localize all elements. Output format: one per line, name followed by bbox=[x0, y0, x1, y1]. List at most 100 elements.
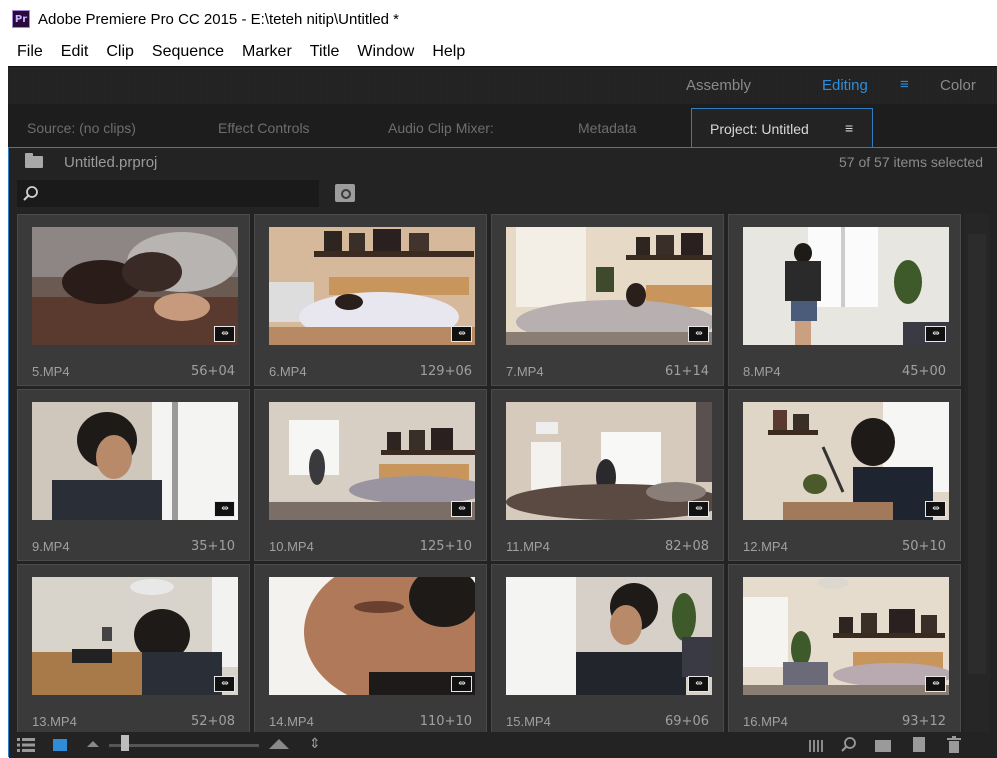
clip-thumbnail: ⇹ bbox=[506, 227, 712, 345]
clip-name: 7.MP4 bbox=[506, 364, 544, 379]
folder-icon bbox=[25, 153, 43, 168]
icon-view-icon[interactable] bbox=[53, 739, 67, 751]
title-bar: Pr Adobe Premiere Pro CC 2015 - E:\teteh… bbox=[0, 0, 997, 38]
clip-name: 6.MP4 bbox=[269, 364, 307, 379]
workspace-menu-icon[interactable]: ≡ bbox=[900, 76, 909, 93]
workspace-color[interactable]: Color bbox=[940, 77, 976, 94]
clip-name: 11.MP4 bbox=[506, 539, 550, 554]
clip-card[interactable]: ⇹ 7.MP4 61+14 bbox=[491, 214, 724, 386]
clip-card[interactable]: ⇹ 10.MP4 125+10 bbox=[254, 389, 487, 561]
clip-duration: 45+00 bbox=[902, 364, 946, 379]
menu-edit[interactable]: Edit bbox=[52, 43, 98, 61]
find-icon[interactable] bbox=[839, 735, 859, 755]
new-search-bin-icon[interactable] bbox=[335, 184, 355, 202]
clip-name: 10.MP4 bbox=[269, 539, 314, 554]
tab-project-label: Project: Untitled bbox=[710, 121, 809, 137]
clip-name: 12.MP4 bbox=[743, 539, 788, 554]
menu-marker[interactable]: Marker bbox=[233, 43, 301, 61]
panel-menu-icon[interactable]: ≡ bbox=[845, 120, 853, 136]
video-clip-badge-icon: ⇹ bbox=[925, 501, 946, 517]
video-clip-badge-icon: ⇹ bbox=[925, 676, 946, 692]
clip-thumbnail: ⇹ bbox=[506, 577, 712, 695]
clip-card[interactable]: ⇹ 14.MP4 110+10 bbox=[254, 564, 487, 732]
clip-duration: 61+14 bbox=[665, 364, 709, 379]
premiere-app-icon: Pr bbox=[12, 10, 30, 28]
clip-duration: 93+12 bbox=[902, 714, 946, 729]
search-input[interactable] bbox=[17, 180, 319, 207]
clip-card[interactable]: ⇹ 8.MP4 45+00 bbox=[728, 214, 961, 386]
window-title: Adobe Premiere Pro CC 2015 - E:\teteh ni… bbox=[38, 10, 400, 28]
new-bin-icon[interactable] bbox=[875, 740, 891, 752]
video-clip-badge-icon: ⇹ bbox=[214, 676, 235, 692]
menu-file[interactable]: File bbox=[8, 43, 52, 61]
clip-duration: 56+04 bbox=[191, 364, 235, 379]
menu-title[interactable]: Title bbox=[301, 43, 349, 61]
clip-thumbnail: ⇹ bbox=[269, 577, 475, 695]
sort-icons-icon[interactable]: ⇕ bbox=[309, 735, 321, 752]
clip-thumbnail: ⇹ bbox=[269, 402, 475, 520]
video-clip-badge-icon: ⇹ bbox=[688, 501, 709, 517]
tab-effect-controls[interactable]: Effect Controls bbox=[218, 120, 310, 136]
clip-card[interactable]: ⇹ 12.MP4 50+10 bbox=[728, 389, 961, 561]
list-view-icon[interactable] bbox=[17, 737, 35, 753]
clip-thumbnail: ⇹ bbox=[32, 577, 238, 695]
thumbnail-zoom-slider[interactable] bbox=[109, 744, 259, 747]
clip-name: 8.MP4 bbox=[743, 364, 781, 379]
menu-help[interactable]: Help bbox=[423, 43, 474, 61]
clip-duration: 125+10 bbox=[419, 539, 472, 554]
vertical-scrollbar[interactable] bbox=[964, 214, 990, 732]
workspace-editing[interactable]: Editing bbox=[822, 77, 868, 94]
tab-source[interactable]: Source: (no clips) bbox=[27, 120, 136, 136]
new-item-icon[interactable] bbox=[913, 737, 925, 752]
clip-card[interactable]: ⇹ 11.MP4 82+08 bbox=[491, 389, 724, 561]
clip-duration: 50+10 bbox=[902, 539, 946, 554]
menu-clip[interactable]: Clip bbox=[97, 43, 143, 61]
clip-thumbnail: ⇹ bbox=[743, 577, 949, 695]
clip-card[interactable]: ⇹ 6.MP4 129+06 bbox=[254, 214, 487, 386]
clip-name: 16.MP4 bbox=[743, 714, 788, 729]
search-icon bbox=[23, 186, 38, 201]
trash-icon[interactable] bbox=[947, 736, 961, 753]
video-clip-badge-icon: ⇹ bbox=[214, 501, 235, 517]
clip-grid: ⇹ 5.MP4 56+04 ⇹ 6.MP4 129+06 ⇹ 7.MP4 61+… bbox=[17, 214, 971, 732]
workspace-assembly[interactable]: Assembly bbox=[686, 77, 751, 94]
zoom-out-mountain-icon[interactable] bbox=[87, 741, 99, 747]
clip-card[interactable]: ⇹ 16.MP4 93+12 bbox=[728, 564, 961, 732]
project-panel: Untitled.prproj 57 of 57 items selected bbox=[8, 147, 997, 758]
zoom-slider-handle[interactable] bbox=[121, 735, 129, 751]
zoom-in-mountain-icon[interactable] bbox=[269, 739, 289, 749]
search-row bbox=[9, 178, 997, 210]
clip-card[interactable]: ⇹ 9.MP4 35+10 bbox=[17, 389, 250, 561]
clip-duration: 129+06 bbox=[419, 364, 472, 379]
panel-tab-bar: Source: (no clips) Effect Controls Audio… bbox=[8, 104, 997, 150]
clip-card[interactable]: ⇹ 13.MP4 52+08 bbox=[17, 564, 250, 732]
menu-sequence[interactable]: Sequence bbox=[143, 43, 233, 61]
clip-duration: 35+10 bbox=[191, 539, 235, 554]
clip-thumbnail: ⇹ bbox=[32, 402, 238, 520]
video-clip-badge-icon: ⇹ bbox=[451, 501, 472, 517]
tab-audio-clip-mixer[interactable]: Audio Clip Mixer: bbox=[388, 120, 494, 136]
clip-duration: 52+08 bbox=[191, 714, 235, 729]
clip-name: 5.MP4 bbox=[32, 364, 70, 379]
video-clip-badge-icon: ⇹ bbox=[688, 676, 709, 692]
project-file-name: Untitled.prproj bbox=[64, 154, 158, 171]
clip-thumbnail: ⇹ bbox=[506, 402, 712, 520]
clip-card[interactable]: ⇹ 5.MP4 56+04 bbox=[17, 214, 250, 386]
clip-duration: 69+06 bbox=[665, 714, 709, 729]
clip-thumbnail: ⇹ bbox=[32, 227, 238, 345]
clip-name: 14.MP4 bbox=[269, 714, 314, 729]
video-clip-badge-icon: ⇹ bbox=[451, 676, 472, 692]
clip-duration: 82+08 bbox=[665, 539, 709, 554]
automate-to-sequence-icon[interactable] bbox=[809, 740, 825, 752]
clip-name: 15.MP4 bbox=[506, 714, 551, 729]
menu-window[interactable]: Window bbox=[348, 43, 423, 61]
video-clip-badge-icon: ⇹ bbox=[688, 326, 709, 342]
clip-name: 9.MP4 bbox=[32, 539, 70, 554]
tab-project[interactable]: Project: Untitled ≡ bbox=[691, 108, 873, 150]
workspaces-bar: Assembly Editing ≡ Color bbox=[8, 66, 997, 104]
scrollbar-thumb[interactable] bbox=[968, 234, 986, 674]
clip-thumbnail: ⇹ bbox=[269, 227, 475, 345]
tab-metadata[interactable]: Metadata bbox=[578, 120, 636, 136]
clip-card[interactable]: ⇹ 15.MP4 69+06 bbox=[491, 564, 724, 732]
clip-thumbnail: ⇹ bbox=[743, 227, 949, 345]
